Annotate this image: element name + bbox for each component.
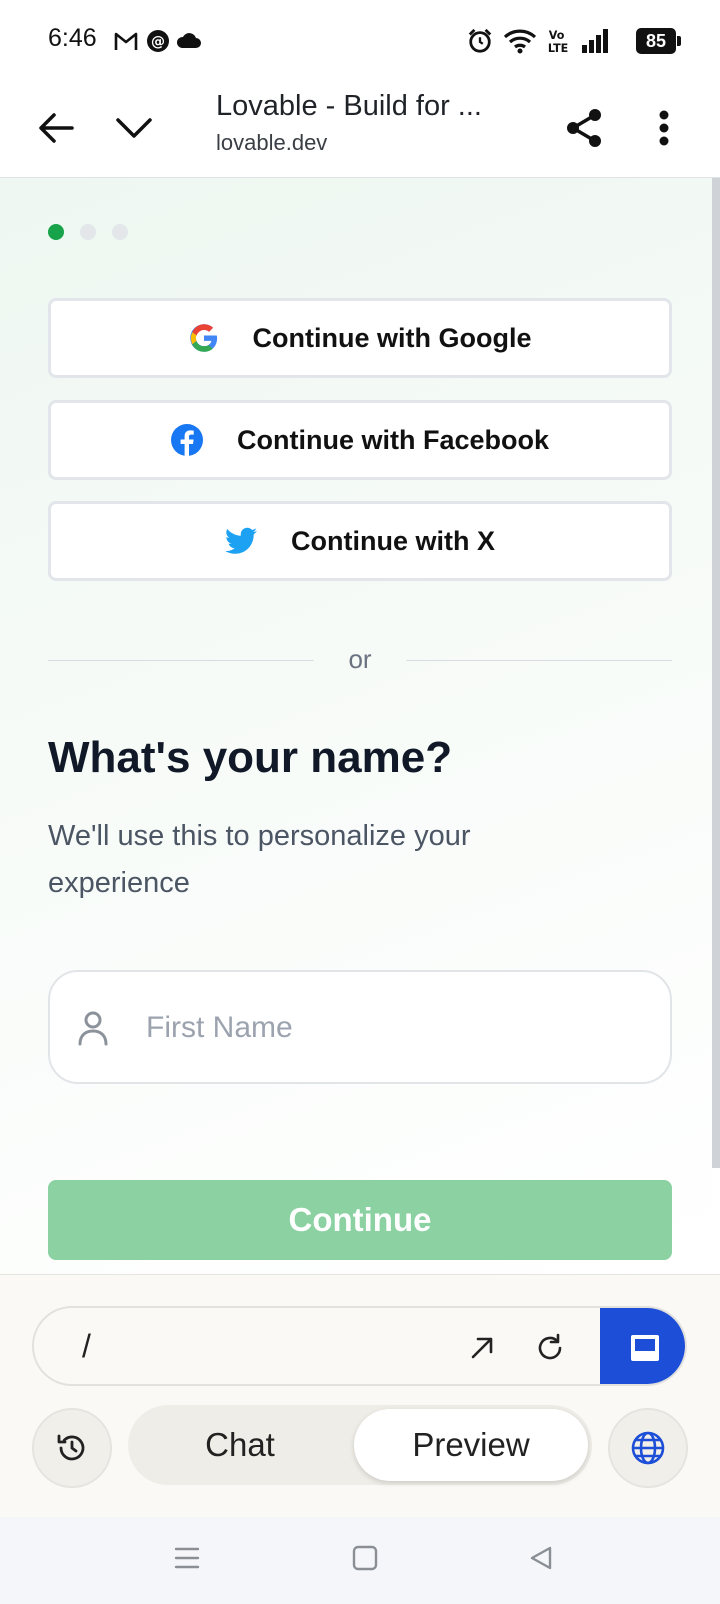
battery-icon: 85 [636,28,681,54]
page-url[interactable]: lovable.dev [216,130,327,156]
facebook-button-label: Continue with Facebook [236,424,549,455]
share-icon [567,109,601,147]
divider-line-left [48,660,314,661]
open-in-new-tab-button[interactable] [454,1320,510,1376]
back-arrow-icon [39,113,74,143]
name-subheading: We'll use this to personalize your exper… [48,820,471,899]
status-bar: 6:46 @ Vo LTE 85 [0,0,720,80]
svg-text:@: @ [151,34,165,50]
first-name-input[interactable] [146,1002,646,1054]
chat-preview-toggle: Chat Preview [128,1405,592,1485]
refresh-icon [538,1333,562,1360]
arrow-up-right-icon [471,1337,493,1359]
facebook-icon [170,424,203,456]
preview-control-panel: / Chat Preview [0,1274,720,1517]
divider-line-right [406,660,672,661]
status-time: 6:46 [48,24,97,52]
step-dot [80,224,96,240]
share-button[interactable] [554,98,614,158]
continue-with-google-button[interactable]: Continue with Google [48,298,672,378]
google-button-label: Continue with Google [252,322,532,353]
collapse-button[interactable] [104,98,164,158]
step-dot [112,224,128,240]
back-button[interactable] [26,98,86,158]
system-back-icon[interactable] [528,1545,554,1571]
more-vert-icon [659,110,669,146]
chevron-down-icon [116,118,152,138]
toggle-layout-button[interactable] [600,1308,685,1384]
volte-icon: Vo LTE [548,29,568,54]
signal-icon [582,29,608,53]
more-options-button[interactable] [634,98,694,158]
history-button[interactable] [32,1408,112,1488]
web-content: Continue with Google Continue with Faceb… [0,178,712,1274]
step-indicator [48,224,128,240]
tab-chat[interactable]: Chat [132,1409,348,1481]
continue-with-facebook-button[interactable]: Continue with Facebook [48,400,672,480]
divider-or: or [348,644,372,674]
page-title[interactable]: Lovable - Build for ... [216,90,482,123]
panel-layout-icon [630,1335,659,1361]
svg-text:Vo: Vo [549,29,565,42]
google-icon [189,324,217,352]
continue-with-x-button[interactable]: Continue with X [48,501,672,581]
threads-icon: @ [147,30,169,52]
twitter-bird-icon [225,527,257,554]
alarm-icon [468,28,492,53]
page-scrollbar[interactable] [712,178,720,1168]
user-icon [78,1011,108,1046]
home-icon[interactable] [352,1545,378,1571]
continue-button[interactable]: Continue [48,1180,672,1260]
globe-icon [631,1431,665,1465]
reload-button[interactable] [522,1320,578,1376]
gmail-icon [114,32,138,50]
path-bar[interactable]: / [32,1306,687,1386]
history-icon [57,1434,85,1461]
current-path[interactable]: / [82,1328,91,1365]
step-dot-active [48,224,64,240]
x-button-label: Continue with X [291,525,495,556]
name-heading: What's your name? [48,733,453,782]
browser-toolbar: Lovable - Build for ... lovable.dev [0,80,720,178]
system-navigation-bar [0,1517,720,1604]
first-name-field[interactable] [48,970,672,1084]
wifi-icon [503,29,537,54]
cloud-icon [176,33,201,48]
tab-preview[interactable]: Preview [354,1409,588,1481]
recent-apps-icon[interactable] [174,1545,200,1571]
publish-button[interactable] [608,1408,688,1488]
svg-text:LTE: LTE [548,42,568,54]
